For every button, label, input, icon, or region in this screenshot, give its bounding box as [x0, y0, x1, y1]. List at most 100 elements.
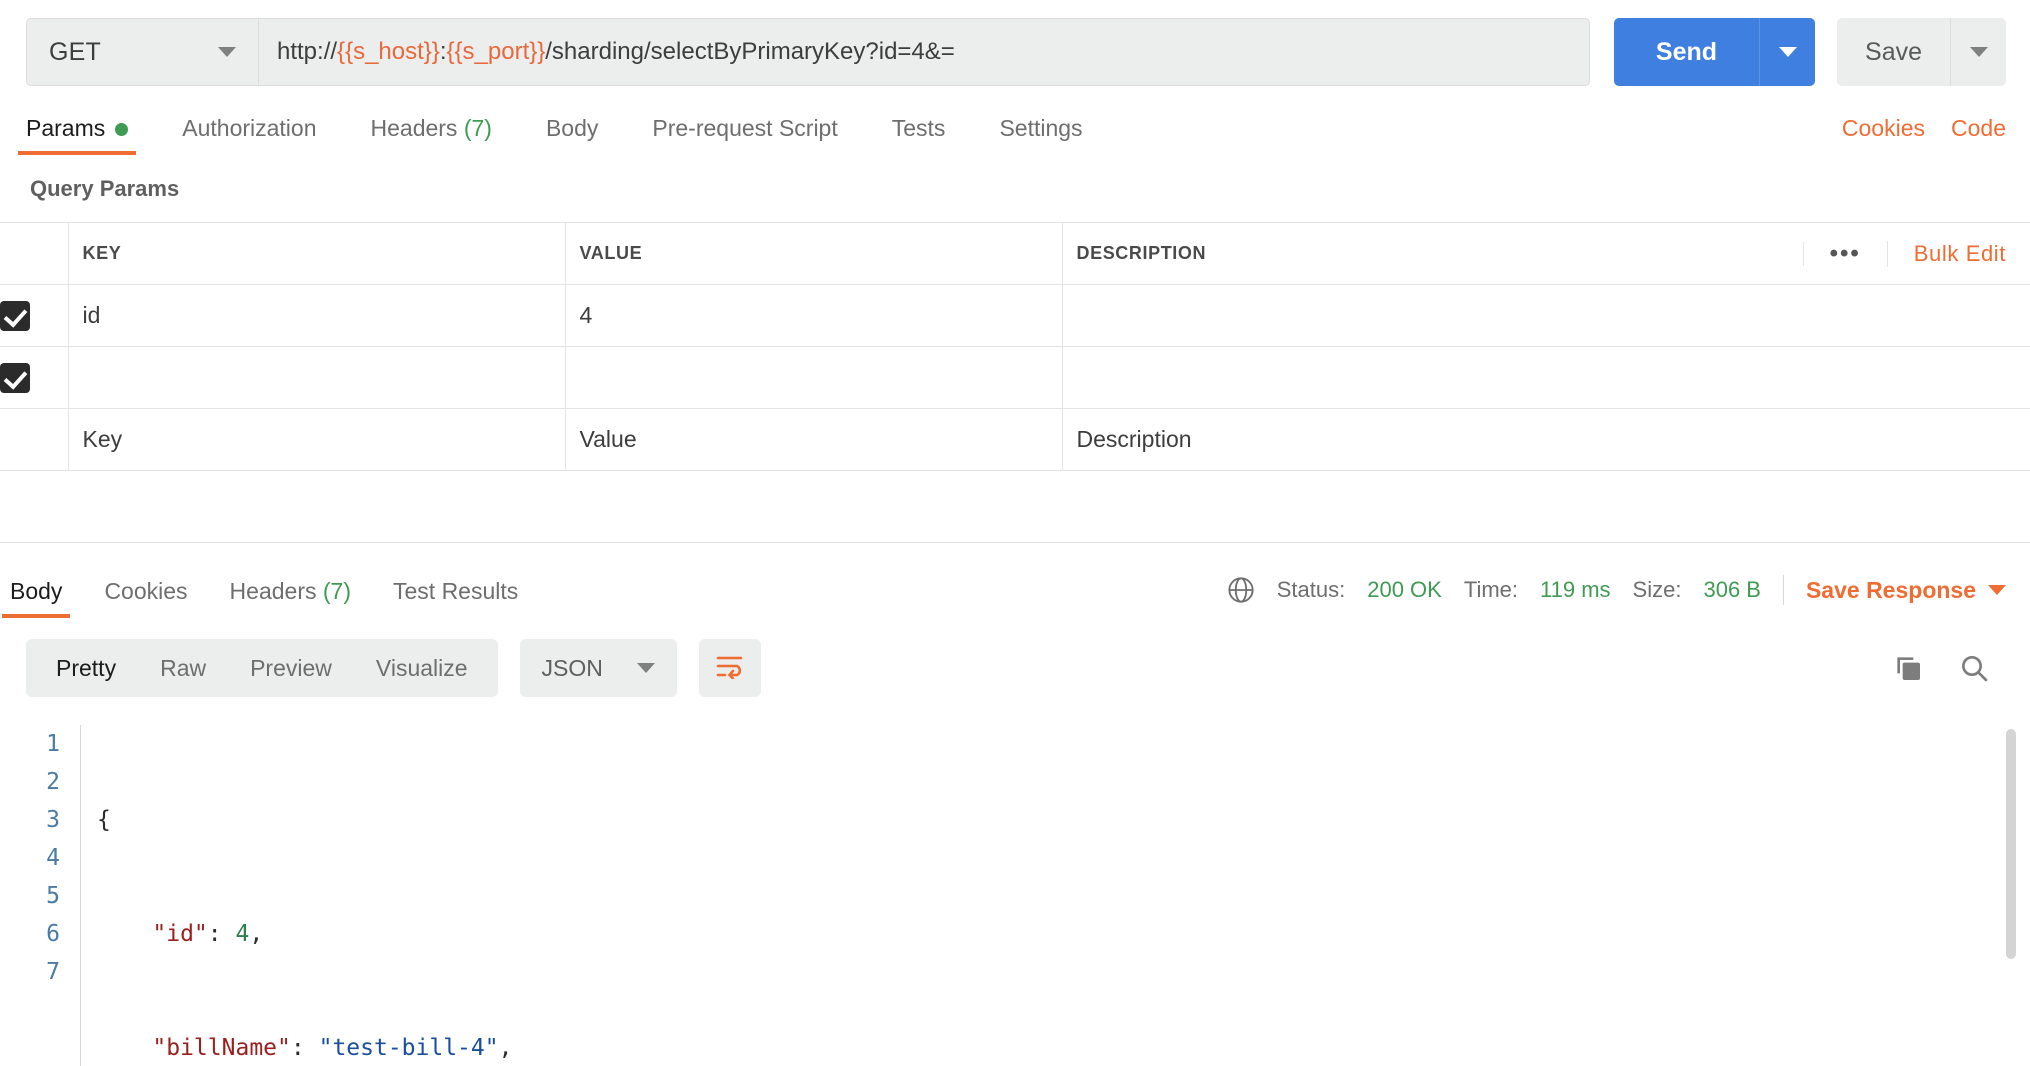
table-row[interactable]: id 4: [0, 284, 2030, 347]
json-content[interactable]: { "id": 4, "billName": "test-bill-4", "b…: [80, 725, 609, 1066]
format-preview-button[interactable]: Preview: [228, 655, 354, 682]
chevron-down-icon: [1988, 585, 2006, 595]
tab-authorization-label: Authorization: [182, 115, 317, 141]
row-value[interactable]: [565, 346, 1063, 409]
save-response-label: Save Response: [1805, 576, 1976, 603]
more-options-icon[interactable]: •••: [1802, 241, 1887, 266]
tab-settings[interactable]: Settings: [999, 115, 1082, 154]
header-value: VALUE: [565, 222, 1063, 285]
status-divider: [1782, 575, 1784, 605]
cookies-link[interactable]: Cookies: [1842, 115, 1925, 142]
row-checkbox-cell[interactable]: [0, 284, 69, 347]
json-line-billName: "billName": "test-bill-4",: [152, 1035, 513, 1061]
table-row[interactable]: [0, 346, 2030, 409]
time-value: 119 ms: [1540, 577, 1611, 602]
line-number: 2: [46, 769, 60, 795]
size-label: Size:: [1632, 577, 1682, 602]
header-key: KEY: [68, 222, 566, 285]
table-header-row: KEY VALUE DESCRIPTION ••• Bulk Edit: [0, 222, 2030, 285]
line-number: 1: [46, 731, 60, 757]
tab-tests[interactable]: Tests: [892, 115, 946, 154]
response-tab-cookies-label: Cookies: [104, 578, 188, 604]
json-code-block: 1 2 3 4 5 6 7 { "id": 4, "billName": "te…: [26, 725, 2030, 1066]
placeholder-description-input[interactable]: Description: [1062, 408, 2030, 471]
send-options-button[interactable]: [1759, 18, 1816, 86]
placeholder-checkbox-cell: [0, 408, 69, 471]
tab-pre-request-script[interactable]: Pre-request Script: [652, 115, 837, 154]
params-indicator-dot: [115, 123, 129, 137]
language-selector-label: JSON: [541, 654, 603, 681]
url-variable-host: {{s_host}}: [337, 38, 440, 65]
send-button-group: Send: [1613, 18, 1816, 86]
status-value: 200 OK: [1367, 577, 1442, 602]
http-method-selector[interactable]: GET: [26, 18, 258, 86]
format-raw-button[interactable]: Raw: [138, 655, 228, 682]
save-button-group: Save: [1837, 18, 2006, 86]
language-selector[interactable]: JSON: [519, 639, 677, 697]
globe-icon: [1227, 576, 1255, 604]
bulk-edit-button[interactable]: Bulk Edit: [1886, 240, 2030, 267]
tab-settings-label: Settings: [999, 115, 1083, 141]
line-number: 6: [46, 921, 60, 947]
tab-headers[interactable]: Headers (7): [371, 115, 492, 154]
save-button[interactable]: Save: [1837, 18, 1950, 86]
response-tab-cookies[interactable]: Cookies: [104, 578, 187, 617]
placeholder-value-input[interactable]: Value: [565, 408, 1063, 471]
line-number-gutter: 1 2 3 4 5 6 7: [26, 725, 80, 1066]
line-number: 4: [46, 845, 60, 871]
row-key[interactable]: [68, 346, 566, 409]
response-tabs: Body Cookies Headers (7) Test Results St…: [0, 561, 2030, 618]
tab-authorization[interactable]: Authorization: [182, 115, 316, 154]
row-description[interactable]: [1062, 284, 2030, 347]
word-wrap-button[interactable]: [698, 639, 761, 697]
tab-body[interactable]: Body: [546, 115, 598, 154]
response-tab-test-results[interactable]: Test Results: [393, 578, 518, 617]
checkbox-checked-icon[interactable]: [0, 362, 30, 393]
row-description[interactable]: [1062, 346, 2030, 409]
search-icon[interactable]: [1958, 652, 1990, 684]
header-description: DESCRIPTION ••• Bulk Edit: [1062, 222, 2030, 285]
request-tabs: Params Authorization Headers (7) Body Pr…: [0, 100, 2030, 155]
line-number: 3: [46, 807, 60, 833]
row-checkbox-cell[interactable]: [0, 346, 69, 409]
checkbox-checked-icon[interactable]: [0, 300, 30, 331]
query-params-table: KEY VALUE DESCRIPTION ••• Bulk Edit id 4: [0, 222, 2030, 471]
format-segmented-control: Pretty Raw Preview Visualize: [26, 639, 498, 697]
row-value[interactable]: 4: [565, 284, 1063, 347]
response-tab-body[interactable]: Body: [1, 578, 71, 618]
tab-tests-label: Tests: [891, 115, 946, 141]
tab-pre-request-script-label: Pre-request Script: [652, 115, 838, 141]
tab-body-label: Body: [545, 115, 599, 141]
tab-params[interactable]: Params: [17, 115, 137, 155]
chevron-down-icon: [636, 663, 655, 673]
response-tab-test-results-label: Test Results: [393, 578, 519, 604]
status-label: Status:: [1276, 577, 1346, 602]
format-visualize-button[interactable]: Visualize: [354, 655, 490, 682]
response-body-viewer[interactable]: 1 2 3 4 5 6 7 { "id": 4, "billName": "te…: [0, 725, 2030, 1066]
url-input[interactable]: http://{{s_host}}: {{s_port}}/sharding/se…: [258, 18, 1590, 86]
code-link[interactable]: Code: [1951, 115, 2006, 142]
line-number: 5: [46, 883, 60, 909]
copy-icon[interactable]: [1892, 652, 1924, 684]
vertical-scrollbar-thumb[interactable]: [2006, 729, 2016, 959]
response-tab-headers[interactable]: Headers (7): [230, 578, 351, 617]
save-options-button[interactable]: [1950, 18, 2006, 86]
response-tab-headers-count: (7): [322, 578, 351, 604]
query-params-title: Query Params: [30, 176, 180, 201]
json-line-id: "id": 4,: [152, 921, 264, 947]
send-button[interactable]: Send: [1613, 18, 1760, 86]
word-wrap-icon: [715, 653, 745, 684]
response-tab-body-label: Body: [10, 578, 63, 604]
url-prefix: http://: [277, 38, 338, 65]
table-row-placeholder[interactable]: Key Value Description: [0, 408, 2030, 471]
row-key[interactable]: id: [68, 284, 566, 347]
tab-headers-label: Headers: [370, 115, 458, 141]
format-pretty-button[interactable]: Pretty: [34, 655, 138, 682]
time-label: Time:: [1463, 577, 1519, 602]
response-viewer-actions: [1892, 652, 2006, 684]
placeholder-key-input[interactable]: Key: [68, 408, 566, 471]
request-bar: GET http://{{s_host}}: {{s_port}}/shardin…: [0, 0, 2030, 100]
save-response-button[interactable]: Save Response: [1806, 577, 2006, 604]
tab-params-label: Params: [26, 115, 106, 141]
chevron-down-icon: [1969, 47, 1988, 57]
